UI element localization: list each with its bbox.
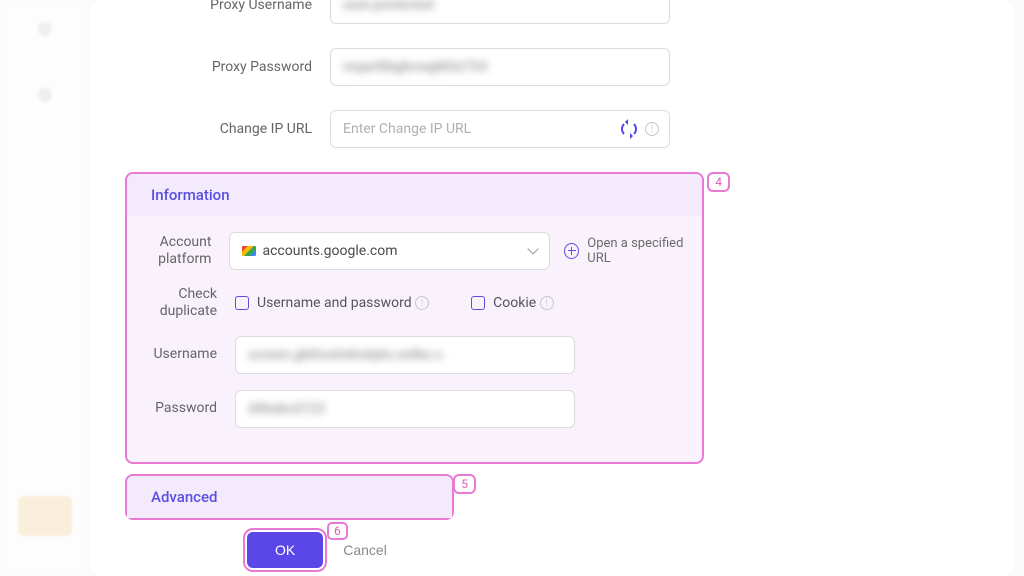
account-platform-value: accounts.google.com	[262, 243, 397, 259]
account-platform-select[interactable]: accounts.google.com	[229, 232, 550, 270]
plus-circle-icon	[564, 243, 579, 259]
annotation-tag-4: 4	[707, 172, 730, 192]
proxy-username-row: Proxy Username user.protected	[100, 0, 1004, 24]
annotation-tag-6: 6	[327, 522, 348, 540]
info-username-row: Username screen.gkthushdmdyks.enlke.s	[127, 336, 702, 374]
ok-button[interactable]: OK	[247, 532, 323, 568]
checkbox-userpass[interactable]	[235, 296, 249, 310]
info-password-row: Password ARtabcd123	[127, 390, 702, 428]
cancel-button[interactable]: Cancel	[343, 542, 387, 558]
info-username-label: Username	[127, 346, 235, 363]
footer-actions: 6 OK Cancel	[247, 532, 1004, 568]
info-username-input[interactable]: screen.gkthushdmdyks.enlke.s	[235, 336, 575, 374]
account-platform-row: Account platform accounts.google.com Ope…	[127, 232, 702, 270]
account-platform-label: Account platform	[127, 234, 229, 268]
dup-cookie[interactable]: Cookie	[471, 295, 554, 311]
check-duplicate-label: Check duplicate	[127, 286, 235, 320]
proxy-password-row: Proxy Password mqarIEkgbvwgM3e754	[100, 48, 1004, 86]
change-ip-row: Change IP URL Enter Change IP URL	[100, 110, 1004, 148]
annotation-tag-5: 5	[453, 474, 476, 494]
gmail-icon	[242, 246, 256, 256]
advanced-header: Advanced	[127, 476, 452, 518]
proxy-password-input[interactable]: mqarIEkgbvwgM3e754	[330, 48, 670, 86]
chevron-down-icon	[528, 243, 539, 254]
refresh-icon[interactable]	[621, 121, 637, 137]
information-header: Information	[127, 174, 702, 216]
open-specified-url[interactable]: Open a specified URL	[564, 236, 702, 266]
left-sidebar	[0, 0, 90, 576]
change-ip-label: Change IP URL	[100, 121, 330, 138]
information-section: 4 Information Account platform accounts.…	[125, 172, 704, 464]
sidebar-icon-1[interactable]	[38, 22, 52, 36]
info-password-input[interactable]: ARtabcd123	[235, 390, 575, 428]
sidebar-badge	[18, 496, 72, 536]
sidebar-icon-2[interactable]	[38, 88, 52, 102]
proxy-password-label: Proxy Password	[100, 59, 330, 76]
info-icon[interactable]	[540, 296, 554, 310]
form-panel: Proxy Username user.protected Proxy Pass…	[90, 0, 1014, 576]
dup-username-password[interactable]: Username and password	[235, 295, 429, 311]
info-icon[interactable]	[645, 122, 659, 136]
proxy-username-input[interactable]: user.protected	[330, 0, 670, 24]
check-duplicate-row: Check duplicate Username and password Co…	[127, 286, 702, 320]
change-ip-input[interactable]: Enter Change IP URL	[330, 110, 670, 148]
info-password-label: Password	[127, 400, 235, 417]
info-icon[interactable]	[415, 296, 429, 310]
checkbox-cookie[interactable]	[471, 296, 485, 310]
advanced-section[interactable]: 5 Advanced	[125, 474, 454, 520]
proxy-username-label: Proxy Username	[100, 0, 330, 13]
